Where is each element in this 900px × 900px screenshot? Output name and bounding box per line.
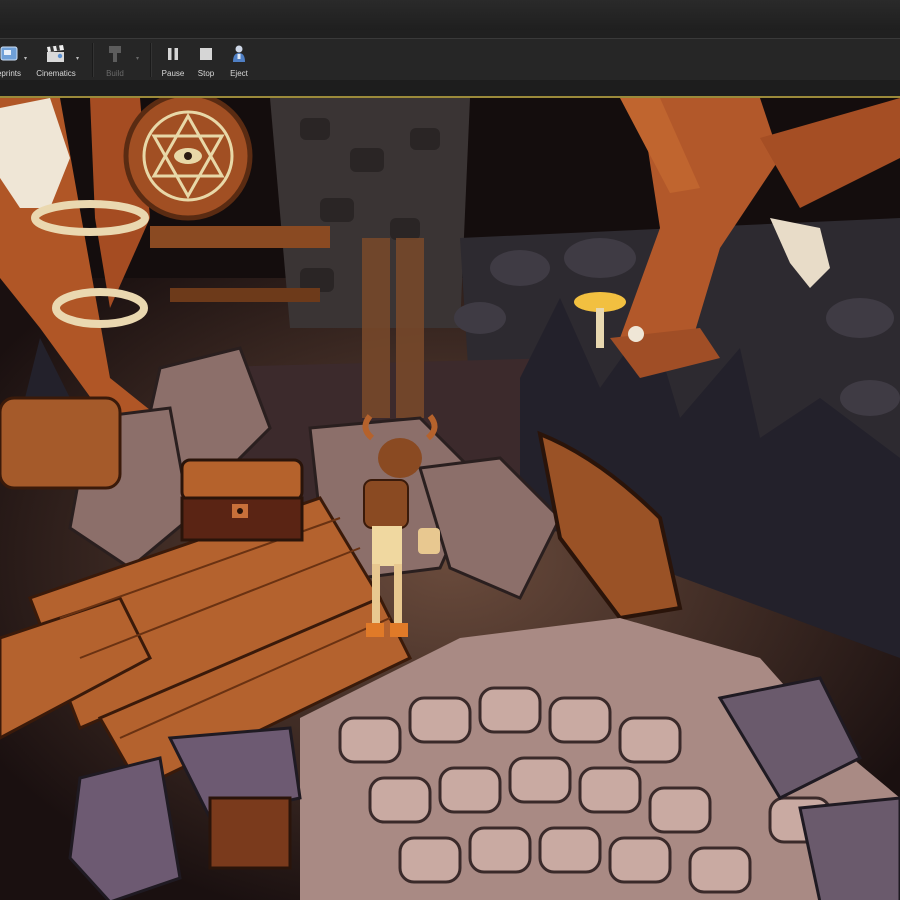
stop-icon — [195, 43, 217, 65]
pause-icon — [162, 43, 184, 65]
build-button[interactable]: Build — [98, 41, 132, 79]
build-label: Build — [106, 69, 124, 78]
blueprints-icon — [0, 43, 20, 65]
scene-render — [0, 98, 900, 900]
cinematics-label: Cinematics — [36, 69, 76, 78]
level-editor-toolbar: eprints ▾ Cinematics ▾ Build ▾ — [0, 38, 900, 82]
treasure-chest[interactable] — [180, 458, 304, 542]
stop-label: Stop — [197, 69, 215, 78]
eject-label: Eject — [230, 69, 248, 78]
stop-button[interactable]: Stop — [189, 41, 223, 79]
blueprints-button[interactable]: eprints — [0, 41, 26, 79]
cinematics-button[interactable]: Cinematics — [34, 41, 78, 79]
eject-button[interactable]: Eject — [222, 41, 256, 79]
cinematics-dropdown-arrow[interactable]: ▾ — [76, 56, 82, 62]
toolbar-separator — [92, 43, 94, 77]
toolbar-gap — [0, 80, 900, 96]
clapperboard-icon — [45, 43, 67, 65]
build-dropdown-arrow[interactable]: ▾ — [136, 56, 142, 62]
pause-label: Pause — [161, 69, 185, 78]
toolbar-separator — [150, 43, 152, 77]
blueprints-dropdown-arrow[interactable]: ▾ — [24, 56, 30, 62]
pause-button[interactable]: Pause — [156, 41, 190, 79]
blueprints-label: eprints — [0, 69, 21, 78]
build-icon — [104, 43, 126, 65]
eject-icon — [228, 43, 250, 65]
window-title-bar — [0, 0, 900, 39]
game-viewport[interactable] — [0, 96, 900, 900]
